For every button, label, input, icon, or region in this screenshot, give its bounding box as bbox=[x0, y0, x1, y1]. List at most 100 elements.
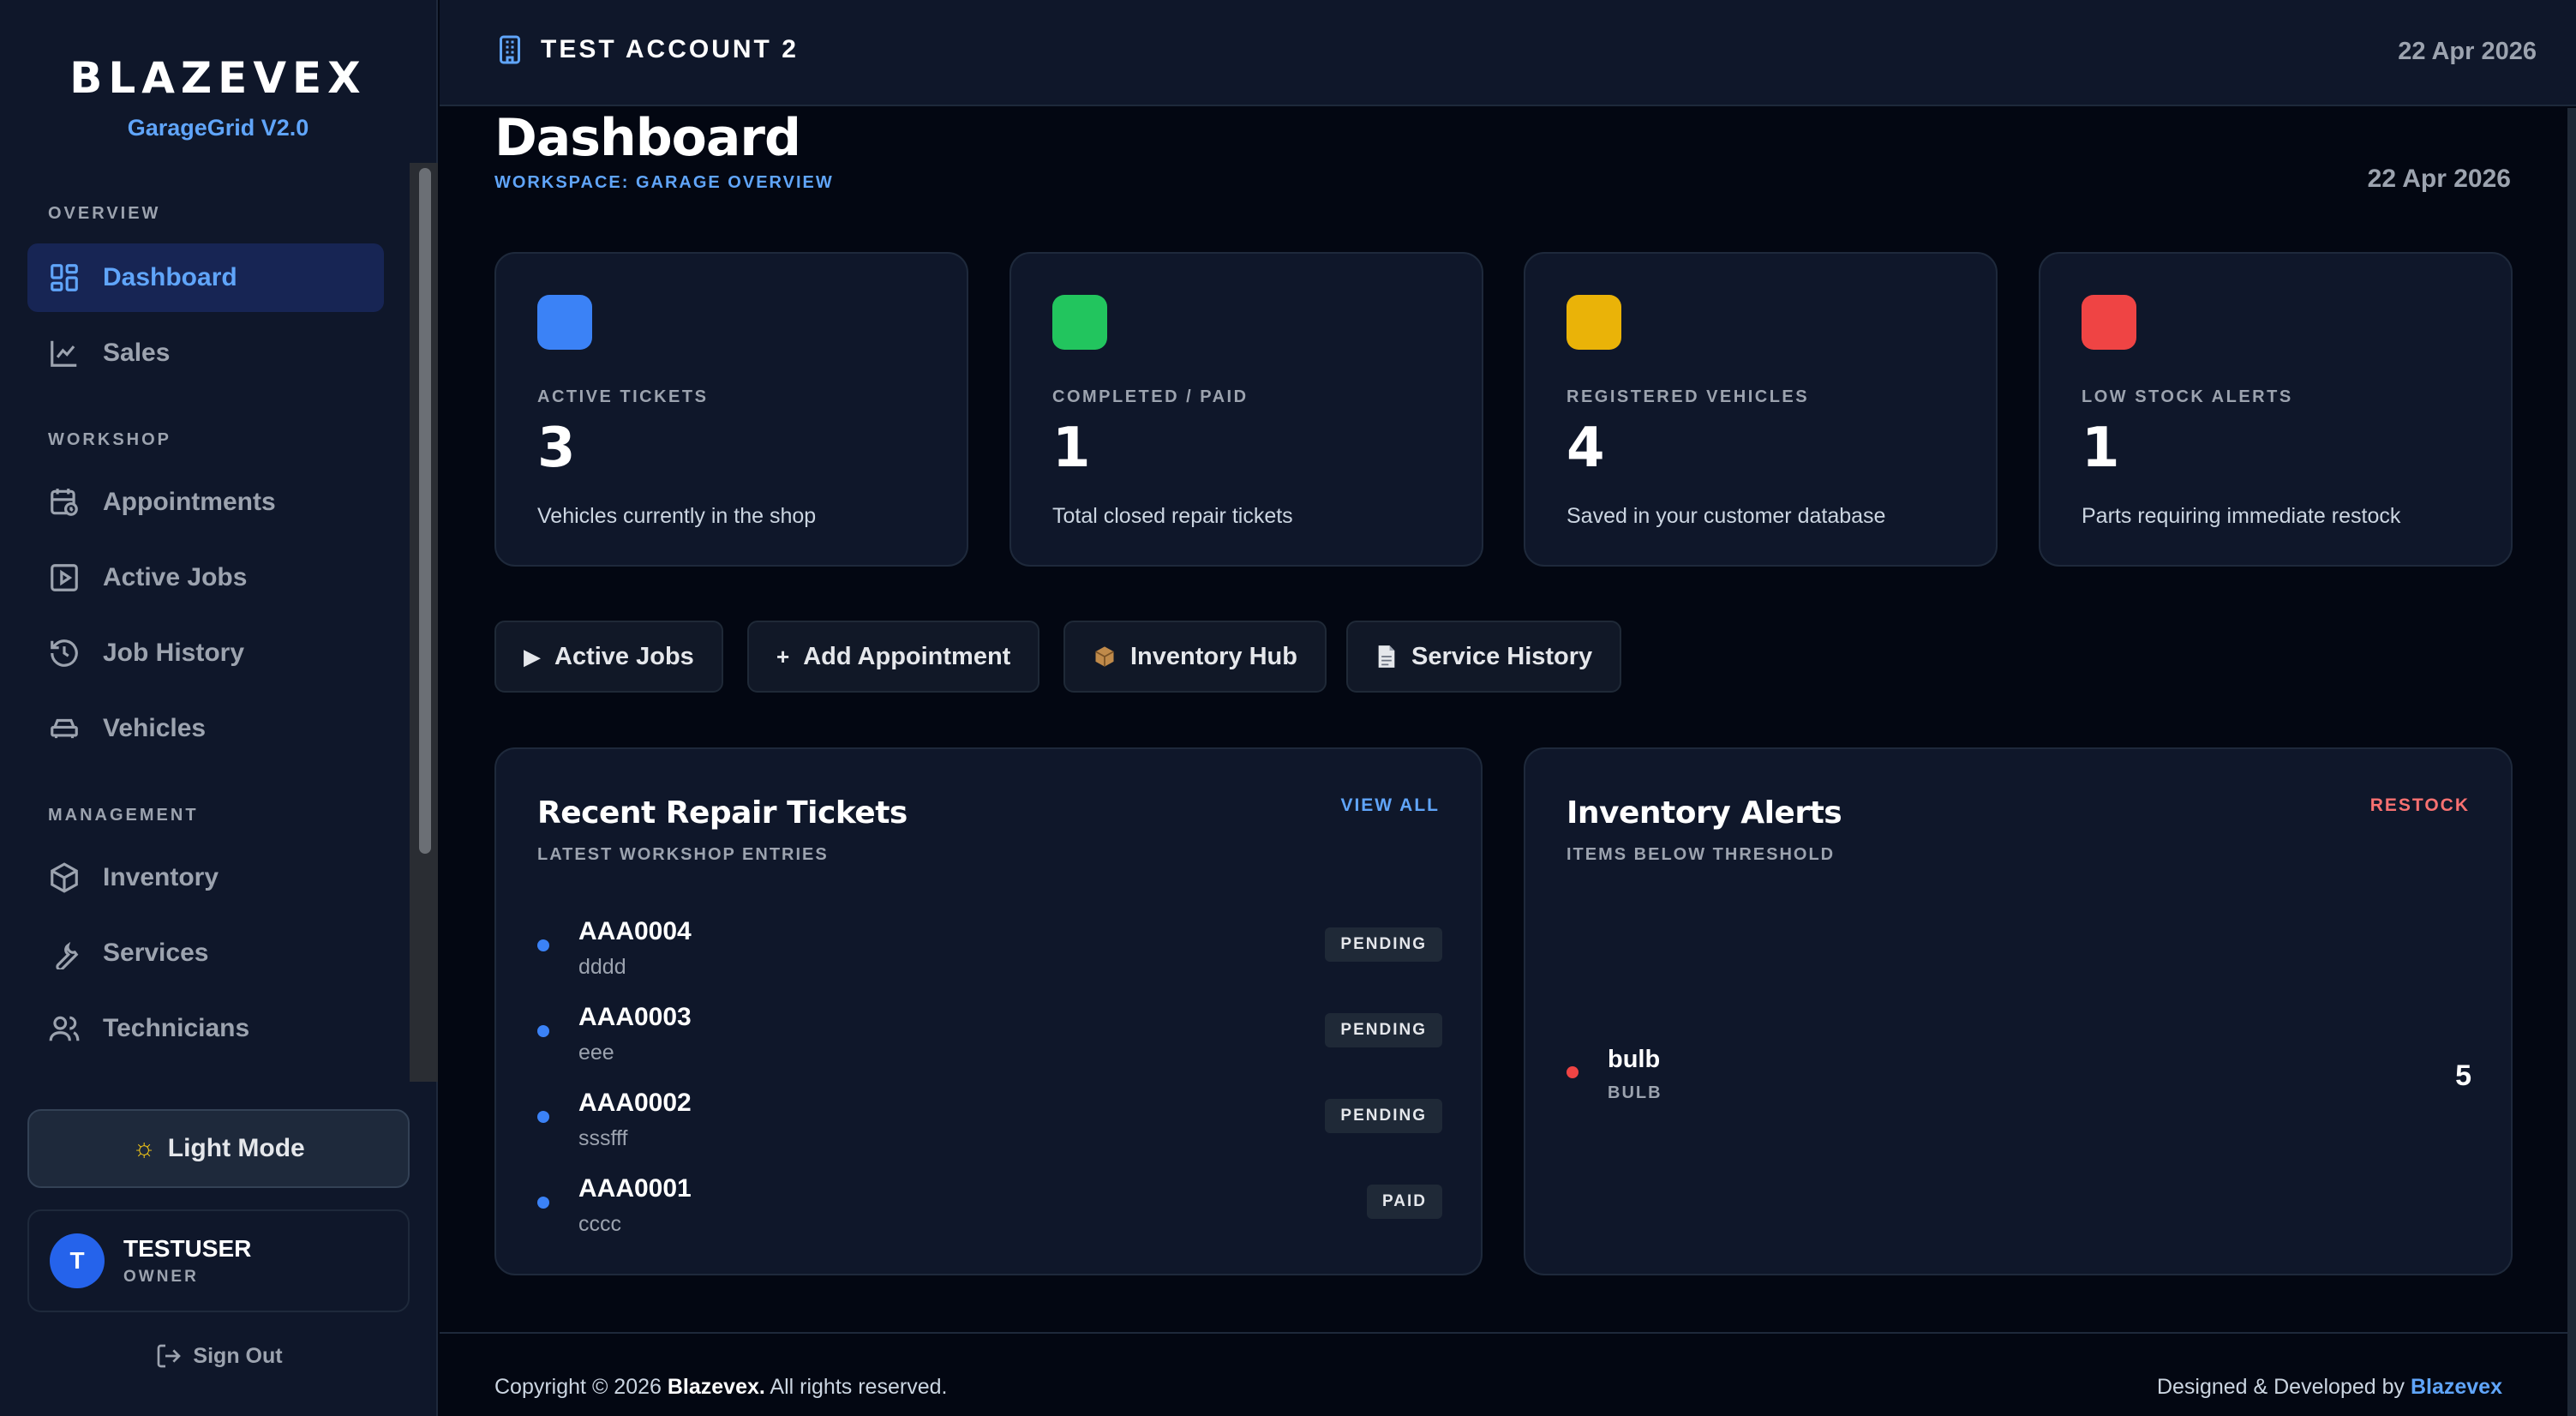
action-label: Active Jobs bbox=[554, 642, 694, 670]
copyright-prefix: Copyright © 2026 bbox=[494, 1375, 662, 1399]
sidebar-item-services[interactable]: Services bbox=[27, 919, 384, 987]
panel-subtitle: LATEST WORKSHOP ENTRIES bbox=[537, 845, 829, 864]
sidebar-item-job-history[interactable]: Job History bbox=[27, 619, 384, 687]
sidebar-item-dashboard[interactable]: Dashboard bbox=[27, 243, 384, 312]
theme-toggle-button[interactable]: ☼ Light Mode bbox=[27, 1109, 410, 1188]
sidebar-item-label: Technicians bbox=[103, 1014, 250, 1042]
main-scrollbar[interactable] bbox=[2567, 108, 2576, 1416]
sign-out-button[interactable]: Sign Out bbox=[0, 1342, 438, 1370]
stat-card-low-stock: LOW STOCK ALERTS 1 Parts requiring immed… bbox=[2039, 252, 2513, 567]
status-badge: PAID bbox=[1367, 1185, 1442, 1219]
sidebar-item-technicians[interactable]: Technicians bbox=[27, 994, 384, 1063]
inventory-alerts-panel: Inventory Alerts ITEMS BELOW THRESHOLD R… bbox=[1524, 747, 2513, 1275]
panel-subtitle: ITEMS BELOW THRESHOLD bbox=[1567, 845, 1836, 864]
user-card[interactable]: T TESTUSER OWNER bbox=[27, 1209, 410, 1312]
sign-out-icon bbox=[158, 1344, 182, 1368]
status-dot bbox=[537, 1025, 549, 1037]
footer-credit: Designed & Developed by Blazevex bbox=[2157, 1375, 2502, 1400]
designer-link[interactable]: Blazevex bbox=[2411, 1375, 2502, 1399]
stat-label: COMPLETED / PAID bbox=[1052, 387, 1249, 406]
sidebar-item-label: Vehicles bbox=[103, 714, 207, 742]
status-badge: PENDING bbox=[1325, 927, 1442, 962]
section-management: MANAGEMENT bbox=[48, 806, 199, 825]
account-switcher[interactable]: TEST ACCOUNT 2 bbox=[494, 34, 799, 65]
brand: BLAZEVEX GarageGrid V2.0 bbox=[0, 0, 436, 141]
table-row[interactable]: AAA0003 eee PENDING bbox=[537, 1003, 1442, 1080]
users-icon bbox=[48, 1011, 82, 1046]
footer: Copyright © 2026 Blazevex. All rights re… bbox=[440, 1332, 2567, 1416]
stat-label: LOW STOCK ALERTS bbox=[2082, 387, 2293, 406]
stat-label: ACTIVE TICKETS bbox=[537, 387, 709, 406]
status-badge: PENDING bbox=[1325, 1013, 1442, 1047]
dashboard-icon bbox=[48, 261, 82, 295]
stat-color-icon bbox=[2082, 295, 2136, 350]
page-date: 22 Apr 2026 bbox=[2367, 165, 2511, 193]
rights-text: All rights reserved. bbox=[770, 1375, 948, 1399]
topbar: TEST ACCOUNT 2 22 Apr 2026 bbox=[440, 0, 2576, 106]
stat-label: REGISTERED VEHICLES bbox=[1567, 387, 1810, 406]
stat-value: 4 bbox=[1567, 417, 1605, 480]
document-icon bbox=[1375, 645, 1398, 669]
sidebar-item-label: Dashboard bbox=[103, 263, 237, 291]
ticket-id: AAA0002 bbox=[578, 1089, 692, 1117]
stat-color-icon bbox=[1052, 295, 1107, 350]
page-subtitle: WORKSPACE: GARAGE OVERVIEW bbox=[494, 173, 834, 192]
sidebar-item-vehicles[interactable]: Vehicles bbox=[27, 694, 384, 763]
topbar-date: 22 Apr 2026 bbox=[2398, 38, 2537, 65]
sidebar: BLAZEVEX GarageGrid V2.0 OVERVIEW Dashbo… bbox=[0, 0, 438, 1416]
car-icon bbox=[48, 711, 82, 746]
sidebar-item-inventory[interactable]: Inventory bbox=[27, 843, 384, 912]
sidebar-item-label: Services bbox=[103, 939, 209, 967]
sidebar-nav: OVERVIEW Dashboard Sales WORKSHOP Appoin… bbox=[0, 163, 438, 1082]
stat-card-active-tickets: ACTIVE TICKETS 3 Vehicles currently in t… bbox=[494, 252, 968, 567]
status-badge: PENDING bbox=[1325, 1099, 1442, 1133]
view-all-link[interactable]: VIEW ALL bbox=[1340, 795, 1440, 816]
ticket-id: AAA0001 bbox=[578, 1174, 692, 1203]
table-row[interactable]: AAA0002 sssfff PENDING bbox=[537, 1089, 1442, 1166]
sidebar-item-label: Job History bbox=[103, 639, 245, 667]
brand-version: GarageGrid V2.0 bbox=[127, 115, 309, 141]
item-quantity: 5 bbox=[2455, 1059, 2471, 1092]
ticket-desc: cccc bbox=[578, 1212, 621, 1236]
add-appointment-button[interactable]: + Add Appointment bbox=[747, 621, 1040, 693]
sidebar-item-active-jobs[interactable]: Active Jobs bbox=[27, 543, 384, 612]
sidebar-item-sales[interactable]: Sales bbox=[27, 319, 384, 387]
box-icon bbox=[48, 861, 82, 895]
ticket-desc: sssfff bbox=[578, 1126, 628, 1150]
designed-prefix: Designed & Developed by bbox=[2156, 1375, 2405, 1399]
stat-value: 1 bbox=[1052, 417, 1091, 480]
inventory-hub-button[interactable]: Inventory Hub bbox=[1063, 621, 1327, 693]
action-label: Add Appointment bbox=[803, 642, 1011, 670]
list-item[interactable]: bulb BULB 5 bbox=[1567, 1046, 2471, 1114]
service-history-button[interactable]: Service History bbox=[1346, 621, 1622, 693]
wrench-icon bbox=[48, 936, 82, 970]
ticket-id: AAA0003 bbox=[578, 1003, 692, 1031]
play-square-icon bbox=[48, 561, 82, 595]
stat-card-completed: COMPLETED / PAID 1 Total closed repair t… bbox=[1009, 252, 1483, 567]
footer-copyright: Copyright © 2026 Blazevex. All rights re… bbox=[494, 1375, 947, 1400]
section-overview: OVERVIEW bbox=[48, 204, 161, 223]
company-name: Blazevex. bbox=[667, 1375, 765, 1399]
active-jobs-button[interactable]: ▶ Active Jobs bbox=[494, 621, 723, 693]
panel-title: Recent Repair Tickets bbox=[537, 795, 908, 831]
avatar: T bbox=[50, 1233, 105, 1288]
table-row[interactable]: AAA0004 dddd PENDING bbox=[537, 917, 1442, 994]
sidebar-scrollbar-thumb[interactable] bbox=[419, 168, 431, 854]
theme-toggle-label: Light Mode bbox=[167, 1134, 305, 1162]
section-workshop: WORKSHOP bbox=[48, 430, 171, 449]
plus-icon: + bbox=[776, 643, 790, 669]
table-row[interactable]: AAA0001 cccc PAID bbox=[537, 1174, 1442, 1251]
history-icon bbox=[48, 636, 82, 670]
sun-icon: ☼ bbox=[132, 1134, 156, 1162]
sidebar-item-label: Sales bbox=[103, 339, 171, 367]
status-dot bbox=[537, 1111, 549, 1123]
restock-link[interactable]: RESTOCK bbox=[2370, 795, 2470, 816]
stat-desc: Total closed repair tickets bbox=[1052, 504, 1293, 528]
sidebar-item-appointments[interactable]: Appointments bbox=[27, 468, 384, 537]
stat-card-registered-vehicles: REGISTERED VEHICLES 4 Saved in your cust… bbox=[1524, 252, 1998, 567]
sidebar-item-label: Active Jobs bbox=[103, 563, 248, 591]
chart-icon bbox=[48, 336, 82, 370]
stat-desc: Saved in your customer database bbox=[1567, 504, 1886, 528]
user-name: TESTUSER bbox=[123, 1235, 252, 1262]
sign-out-label: Sign Out bbox=[193, 1343, 283, 1368]
